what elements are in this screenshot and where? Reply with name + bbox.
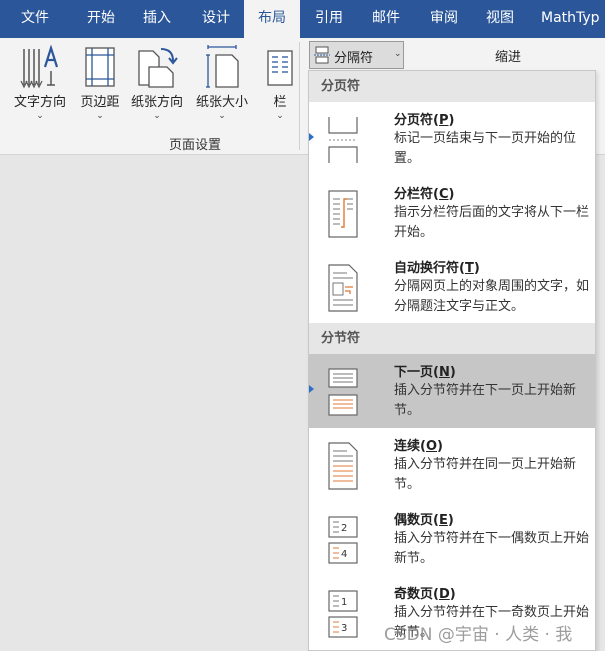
- paper-size-icon: [202, 45, 242, 93]
- menu-item-description: 插入分节符并在下一页上开始新节。: [394, 383, 577, 418]
- menu-item-page-break[interactable]: 分页符(P) 标记一页结束与下一页开始的位置。: [309, 102, 595, 176]
- menu-item-title: 自动换行符(T): [394, 261, 480, 276]
- menu-item-title: 下一页(N): [394, 365, 456, 380]
- tab-mathtype[interactable]: MathTyp: [533, 0, 605, 38]
- tab-file[interactable]: 文件: [4, 0, 66, 38]
- breaks-icon: [313, 46, 331, 68]
- margins-button[interactable]: 页边距 ⌄: [74, 42, 126, 130]
- tab-home[interactable]: 开始: [70, 0, 132, 38]
- next-page-section-icon: [323, 367, 363, 423]
- page-breaks-header: 分页符: [309, 71, 595, 102]
- tab-mailings[interactable]: 邮件: [355, 0, 417, 38]
- indent-label: 缩进: [495, 50, 522, 65]
- menu-item-title: 偶数页(E): [394, 513, 454, 528]
- chevron-down-icon: ⌄: [218, 111, 226, 121]
- orientation-button[interactable]: 纸张方向 ⌄: [126, 42, 188, 130]
- page-break-icon: [323, 115, 363, 171]
- odd-page-section-icon: 1 3: [323, 589, 363, 645]
- svg-text:1: 1: [341, 597, 347, 608]
- tab-layout[interactable]: 布局: [244, 0, 300, 38]
- chevron-down-icon: ⌄: [96, 111, 104, 121]
- menu-item-title: 分页符(P): [394, 113, 455, 128]
- tab-insert[interactable]: 插入: [126, 0, 188, 38]
- ribbon-tab-bar: 文件 开始 插入 设计 布局 引用 邮件 审阅 视图 MathTyp: [0, 0, 605, 38]
- text-direction-button[interactable]: 文字方向 ⌄: [6, 42, 74, 130]
- pointer-icon: [309, 385, 314, 393]
- menu-item-description: 分隔网页上的对象周围的文字，如分隔题注文字与正文。: [394, 279, 590, 314]
- tab-review[interactable]: 审阅: [413, 0, 475, 38]
- text-wrapping-break-icon: [323, 263, 363, 319]
- page-setup-group-label: 页面设置: [168, 138, 221, 153]
- size-label: 纸张大小: [195, 95, 248, 110]
- columns-icon: [265, 45, 295, 93]
- menu-item-title: 连续(O): [394, 439, 443, 454]
- chevron-down-icon: ⌄: [36, 111, 44, 121]
- size-button[interactable]: 纸张大小 ⌄: [190, 42, 254, 130]
- watermark: CSDN @宇宙 · 人类 · 我: [384, 625, 573, 645]
- breaks-label: 分隔符: [334, 51, 374, 66]
- column-break-icon: [323, 189, 363, 245]
- svg-text:2: 2: [341, 523, 347, 534]
- menu-item-title: 奇数页(D): [394, 587, 456, 602]
- chevron-down-icon: ⌄: [153, 111, 161, 121]
- menu-item-description: 插入分节符并在下一偶数页上开始新节。: [394, 531, 590, 566]
- tab-view[interactable]: 视图: [469, 0, 531, 38]
- chevron-down-icon: ⌄: [394, 49, 402, 59]
- tab-references[interactable]: 引用: [298, 0, 360, 38]
- menu-item-even-page[interactable]: 2 4 偶数页(E) 插入分节符并在下一偶数页上开始新节。: [309, 502, 595, 576]
- svg-text:4: 4: [341, 549, 347, 560]
- columns-label: 栏: [273, 95, 287, 110]
- orientation-icon: [135, 45, 179, 93]
- menu-item-title: 分栏符(C): [394, 187, 455, 202]
- even-page-section-icon: 2 4: [323, 515, 363, 571]
- text-direction-label: 文字方向: [13, 95, 66, 110]
- svg-text:3: 3: [341, 623, 347, 634]
- breaks-button[interactable]: 分隔符 ⌄: [309, 41, 404, 69]
- menu-item-column-break[interactable]: 分栏符(C) 指示分栏符后面的文字将从下一栏开始。: [309, 176, 595, 250]
- text-direction-icon: [18, 44, 62, 95]
- menu-item-continuous[interactable]: 连续(O) 插入分节符并在同一页上开始新节。: [309, 428, 595, 502]
- pointer-icon: [309, 133, 314, 141]
- menu-item-description: 指示分栏符后面的文字将从下一栏开始。: [394, 205, 590, 240]
- columns-button[interactable]: 栏 ⌄: [262, 42, 298, 130]
- chevron-down-icon: ⌄: [276, 111, 284, 121]
- margins-icon: [83, 45, 117, 93]
- margins-label: 页边距: [80, 95, 120, 110]
- orientation-label: 纸张方向: [130, 95, 183, 110]
- breaks-menu: 分页符 分页符(P) 标记一页结束与下一页开始的位置。 分栏符(C) 指示分栏符…: [308, 70, 596, 651]
- continuous-section-icon: [323, 441, 363, 497]
- section-breaks-header: 分节符: [309, 323, 595, 354]
- menu-item-description: 插入分节符并在同一页上开始新节。: [394, 457, 577, 492]
- menu-item-description: 标记一页结束与下一页开始的位置。: [394, 131, 577, 166]
- tab-design[interactable]: 设计: [185, 0, 247, 38]
- menu-item-text-wrapping-break[interactable]: 自动换行符(T) 分隔网页上的对象周围的文字，如分隔题注文字与正文。: [309, 250, 595, 324]
- menu-item-next-page[interactable]: 下一页(N) 插入分节符并在下一页上开始新节。: [309, 354, 595, 428]
- ribbon-divider: [299, 42, 300, 150]
